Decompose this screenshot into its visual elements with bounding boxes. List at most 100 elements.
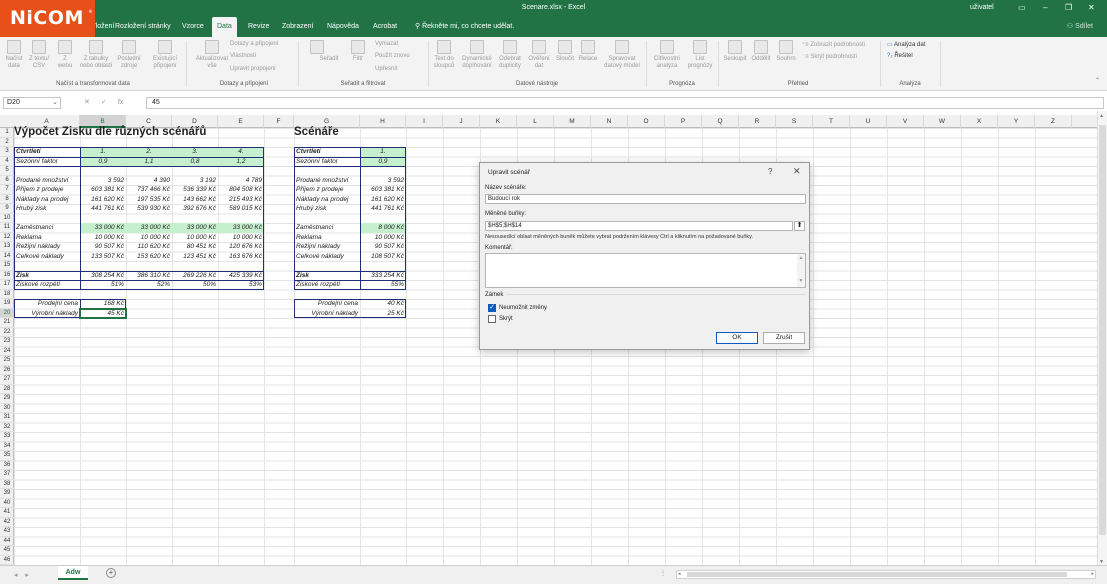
tab-acrobat[interactable]: Acrobat (368, 17, 402, 37)
row-header[interactable]: 32 (0, 423, 14, 432)
active-cell-cursor[interactable] (79, 307, 127, 319)
what-if-analysis-button[interactable]: Citlivostní analýza (650, 40, 684, 70)
row-header[interactable]: 12 (0, 233, 14, 242)
scroll-left-icon[interactable]: ◂ (678, 571, 681, 577)
scenario-name-input[interactable]: Budoucí rok (485, 194, 806, 204)
row-header[interactable]: 41 (0, 508, 14, 518)
enter-icon[interactable]: ✓ (101, 99, 107, 106)
column-header[interactable]: H (360, 115, 406, 128)
row-header[interactable]: 2 (0, 138, 14, 147)
close-icon[interactable]: ✕ (793, 166, 801, 177)
row-header[interactable]: 17 (0, 280, 14, 290)
column-header[interactable]: J (443, 115, 480, 128)
from-web-button[interactable]: Zwebu (53, 40, 77, 70)
tab-vzorce[interactable]: Vzorce (177, 17, 209, 37)
hide-detail-button[interactable]: ⁻≡ Skrýt podrobnosti (802, 53, 857, 60)
ok-button[interactable]: OK (716, 332, 758, 344)
horizontal-scrollbar[interactable]: ◂ ▸ (676, 570, 1096, 579)
column-header[interactable]: K (480, 115, 517, 128)
row-header[interactable]: 4 (0, 157, 14, 166)
column-header[interactable]: R (739, 115, 776, 128)
column-header[interactable]: T (813, 115, 850, 128)
row-header[interactable]: 3 (0, 147, 14, 157)
recent-sources-button[interactable]: Poslední zdroje (117, 40, 141, 70)
row-header[interactable]: 31 (0, 413, 14, 423)
vertical-scrollbar[interactable]: ▲ ▼ (1097, 111, 1107, 567)
column-header[interactable]: I (406, 115, 443, 128)
column-header[interactable]: O (628, 115, 665, 128)
row-header[interactable]: 35 (0, 451, 14, 461)
prev-sheet-icon[interactable]: ◂ (14, 572, 18, 579)
row-header[interactable]: 6 (0, 176, 14, 185)
formula-input[interactable]: 45 (146, 97, 1104, 109)
row-header[interactable]: 43 (0, 527, 14, 537)
row-header[interactable]: 26 (0, 366, 14, 375)
tell-me-box[interactable]: ⚲ Řekněte mi, co chcete udělat. (415, 17, 514, 37)
column-header[interactable]: E (218, 115, 264, 128)
row-header[interactable]: 45 (0, 546, 14, 556)
group-button[interactable]: Seskupit (722, 40, 748, 63)
sheet-tab-adw[interactable]: Adw (58, 566, 88, 580)
row-header[interactable]: 33 (0, 432, 14, 442)
edit-links-button[interactable]: Upravit propojení (230, 66, 276, 72)
column-header[interactable]: L (517, 115, 554, 128)
consolidate-button[interactable]: Sloučit (553, 40, 577, 63)
add-sheet-button[interactable]: + (106, 568, 116, 578)
text-to-columns-button[interactable]: Text do sloupců (430, 40, 458, 70)
row-header[interactable]: 5 (0, 166, 14, 176)
ungroup-button[interactable]: Oddělit (749, 40, 773, 63)
column-header[interactable]: P (665, 115, 702, 128)
row-header[interactable]: 16 (0, 271, 14, 280)
row-header[interactable]: 18 (0, 290, 14, 299)
hide-checkbox[interactable] (488, 315, 496, 323)
row-header[interactable]: 10 (0, 214, 14, 223)
cancel-icon[interactable]: ✕ (84, 99, 90, 106)
row-header[interactable]: 24 (0, 347, 14, 356)
row-header[interactable]: 11 (0, 223, 14, 233)
row-header[interactable]: 20 (0, 308, 14, 318)
column-header[interactable]: S (776, 115, 813, 128)
column-header[interactable]: F (264, 115, 294, 128)
data-analysis-button[interactable]: ▭ Analýza dat (887, 41, 925, 48)
ribbon-display-icon[interactable]: ▭ (1018, 3, 1026, 12)
scroll-right-icon[interactable]: ▸ (1091, 571, 1094, 577)
clear-filter-button[interactable]: Vymazat (375, 41, 398, 47)
queries-connections-button[interactable]: Dotazy a připojení (230, 41, 278, 47)
row-header[interactable]: 46 (0, 556, 14, 565)
share-button[interactable]: ⚇ Sdílet (1067, 17, 1093, 37)
show-detail-button[interactable]: ⁺≡ Zobrazit podrobnosti (802, 41, 865, 48)
row-header[interactable]: 38 (0, 480, 14, 489)
column-header[interactable]: W (924, 115, 961, 128)
row-header[interactable]: 15 (0, 261, 14, 271)
tab-rozlozeni-stranky[interactable]: Rozložení stránky (110, 17, 176, 37)
column-header[interactable]: V (887, 115, 924, 128)
row-header[interactable]: 14 (0, 252, 14, 261)
row-header[interactable]: 44 (0, 537, 14, 546)
close-window-icon[interactable]: ✕ (1088, 3, 1095, 12)
from-table-button[interactable]: Z tabulky nebo oblasti (79, 40, 113, 70)
row-header[interactable]: 25 (0, 356, 14, 366)
minimize-icon[interactable]: – (1043, 3, 1047, 12)
comment-textarea[interactable]: ▲ ▼ (485, 253, 806, 288)
column-header[interactable]: Q (702, 115, 739, 128)
help-icon[interactable]: ? (768, 167, 772, 176)
scroll-up-icon[interactable]: ▲ (1099, 113, 1104, 119)
column-header[interactable]: Y (998, 115, 1035, 128)
row-header[interactable]: 1 (0, 128, 14, 138)
data-validation-button[interactable]: Ověření dat (525, 40, 553, 70)
row-header[interactable]: 23 (0, 337, 14, 347)
reapply-button[interactable]: Použít znovu (375, 53, 410, 59)
filter-button[interactable]: Filtr (346, 40, 370, 63)
remove-duplicates-button[interactable]: Odebrat duplicity (496, 40, 524, 70)
vertical-scroll-thumb[interactable] (1099, 125, 1106, 535)
row-header[interactable]: 30 (0, 404, 14, 413)
forecast-sheet-button[interactable]: List prognózy (686, 40, 714, 70)
column-header[interactable]: M (554, 115, 591, 128)
row-header[interactable]: 42 (0, 518, 14, 527)
row-header[interactable]: 27 (0, 375, 14, 385)
row-header[interactable]: 34 (0, 442, 14, 451)
row-header[interactable]: 19 (0, 299, 14, 309)
column-header[interactable]: X (961, 115, 998, 128)
row-header[interactable]: 7 (0, 185, 14, 195)
row-header[interactable]: 8 (0, 195, 14, 204)
